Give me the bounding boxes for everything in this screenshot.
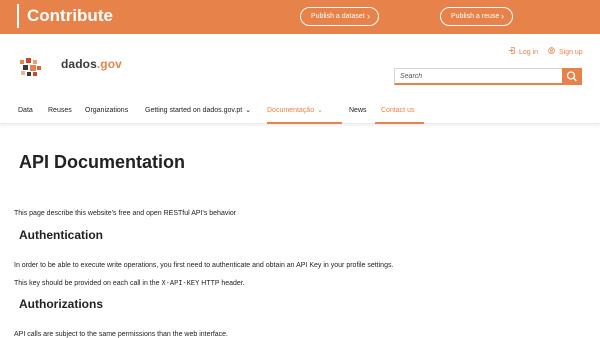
chevron-down-icon: ⌄: [245, 107, 252, 114]
publish-reuse-label: Publish a reuse: [451, 13, 500, 20]
signup-label: Sign up: [558, 49, 583, 56]
contribute-title: Contribute: [17, 4, 113, 28]
nav-item-contact[interactable]: Contact us: [375, 100, 424, 124]
publish-reuse-button[interactable]: Publish a reuse ›: [440, 7, 513, 26]
api-key-header-code: X-API-KEY: [161, 280, 200, 288]
login-label: Log in: [518, 49, 539, 56]
signup-link[interactable]: Sign up: [548, 47, 583, 57]
nav-item-organizations[interactable]: Organizations: [85, 100, 128, 124]
page-title: API Documentation: [19, 152, 186, 172]
search-bar: [394, 68, 582, 85]
auth-paragraph-2: This key should be provided on each call…: [14, 280, 245, 288]
chevron-down-icon: ⌄: [317, 107, 323, 114]
contribute-bar: Contribute Publish a dataset › Publish a…: [0, 0, 600, 34]
intro-text: This page describe this website's free a…: [14, 210, 237, 217]
brand-main: dados: [61, 57, 97, 71]
authz-paragraph-1: API calls are subject to the same permis…: [14, 331, 228, 338]
nav-item-data[interactable]: Data: [18, 100, 33, 124]
search-icon: [566, 71, 577, 82]
login-icon: [508, 47, 517, 58]
brand-name[interactable]: dados.gov: [61, 57, 122, 71]
authorizations-heading: Authorizations: [19, 297, 103, 311]
chevron-right-icon: ›: [501, 11, 504, 21]
auth-paragraph-1: In order to be able to execute write ope…: [14, 262, 394, 269]
nav-item-documentacao[interactable]: Documentação ⌄: [267, 100, 342, 124]
auth-paragraph-2-end: HTTP header.: [199, 280, 245, 287]
brand-tld: .gov: [96, 57, 122, 71]
nav-item-news[interactable]: News: [349, 100, 367, 124]
publish-dataset-label: Publish a dataset: [311, 13, 365, 20]
logo-icon[interactable]: [18, 57, 42, 77]
authentication-heading: Authentication: [19, 228, 103, 242]
auth-paragraph-2-start: This key should be provided on each call…: [14, 280, 162, 287]
search-input[interactable]: [394, 68, 562, 85]
publish-dataset-button[interactable]: Publish a dataset ›: [300, 7, 379, 26]
nav-item-reuses[interactable]: Reuses: [48, 100, 72, 124]
chevron-right-icon: ›: [367, 11, 370, 21]
search-button[interactable]: [562, 68, 582, 85]
nav-item-documentacao-label: Documentação: [267, 107, 315, 114]
main-nav: Data Reuses Organizations Getting starte…: [0, 100, 600, 124]
login-link[interactable]: Log in: [508, 47, 538, 57]
nav-item-getting-started[interactable]: Getting started on dados.gov.pt ⌄: [145, 100, 251, 124]
nav-item-getting-started-label: Getting started on dados.gov.pt: [145, 107, 243, 114]
user-add-icon: [548, 47, 557, 58]
